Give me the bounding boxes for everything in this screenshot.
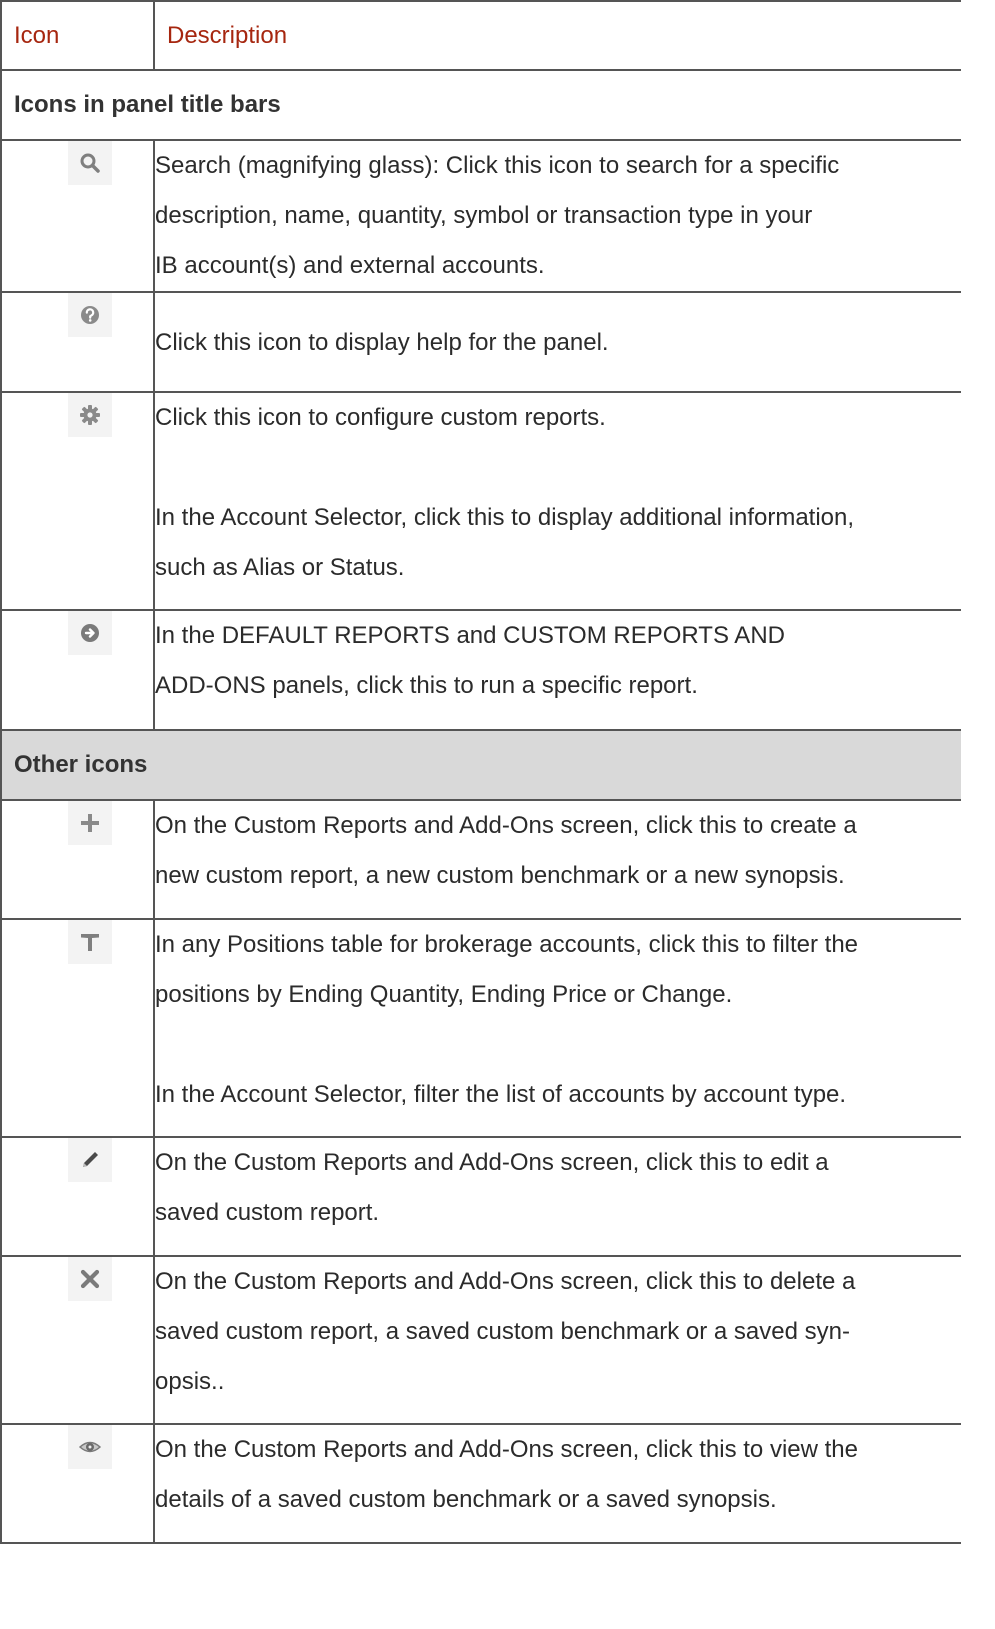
description-line: On the Custom Reports and Add-Ons screen… [155, 1149, 829, 1176]
description-line: In the Account Selector, filter the list… [155, 1081, 847, 1108]
filter-icon [68, 920, 112, 964]
description-line: Click this icon to configure custom repo… [155, 404, 606, 431]
icon-reference-table: Icon Description Icons in panel title ba… [0, 0, 961, 1544]
run-arrow-icon [68, 611, 112, 655]
help-icon [68, 293, 112, 337]
gear-icon [68, 393, 112, 437]
description-line: new custom report, a new custom benchmar… [155, 862, 845, 889]
description-line: In the Account Selector, click this to d… [155, 504, 855, 531]
section-row-panel-title-bars: Icons in panel title bars [0, 69, 961, 141]
icon-column-header: Icon [0, 0, 155, 71]
description-line: On the Custom Reports and Add-Ons screen… [155, 812, 857, 839]
description-line: opsis.. [155, 1368, 225, 1395]
table-row: Click this icon to configure custom repo… [0, 391, 961, 611]
table-row: Search (magnifying glass): Click this ic… [0, 139, 961, 293]
description-column-header: Description [153, 0, 961, 71]
table-row: On the Custom Reports and Add-Ons screen… [0, 1255, 961, 1425]
table-row: On the Custom Reports and Add-Ons screen… [0, 1136, 961, 1257]
table-row: In any Positions table for brokerage acc… [0, 918, 961, 1138]
description-line: description, name, quantity, symbol or t… [155, 202, 813, 229]
description-line: IB account(s) and external accounts. [155, 252, 545, 279]
description-line: saved custom report. [155, 1199, 380, 1226]
table-row: In the DEFAULT REPORTS and CUSTOM REPORT… [0, 609, 961, 731]
description-line: details of a saved custom benchmark or a… [155, 1486, 777, 1513]
search-icon [68, 141, 112, 185]
table-row: Click this icon to display help for the … [0, 291, 961, 393]
eye-icon [68, 1425, 112, 1469]
description-line: Search (magnifying glass): Click this ic… [155, 152, 840, 179]
table-header-row: Icon Description [0, 0, 961, 71]
description-line: On the Custom Reports and Add-Ons screen… [155, 1436, 858, 1463]
table-row: On the Custom Reports and Add-Ons screen… [0, 799, 961, 920]
pencil-icon [68, 1138, 112, 1182]
description-line: saved custom report, a saved custom benc… [155, 1318, 850, 1345]
description-line: positions by Ending Quantity, Ending Pri… [155, 981, 733, 1008]
description-line: ADD-ONS panels, click this to run a spec… [155, 672, 698, 699]
description-line: such as Alias or Status. [155, 554, 405, 581]
section-title: Icons in panel title bars [0, 69, 961, 141]
description-line: In any Positions table for brokerage acc… [155, 931, 859, 958]
table-row: On the Custom Reports and Add-Ons screen… [0, 1423, 961, 1544]
description-line: On the Custom Reports and Add-Ons screen… [155, 1268, 856, 1295]
description-line: In the DEFAULT REPORTS and CUSTOM REPORT… [155, 622, 785, 649]
section-title: Other icons [0, 729, 961, 801]
section-row-other-icons: Other icons [0, 729, 961, 801]
plus-icon [68, 801, 112, 845]
delete-x-icon [68, 1257, 112, 1301]
description-line: Click this icon to display help for the … [155, 329, 609, 356]
